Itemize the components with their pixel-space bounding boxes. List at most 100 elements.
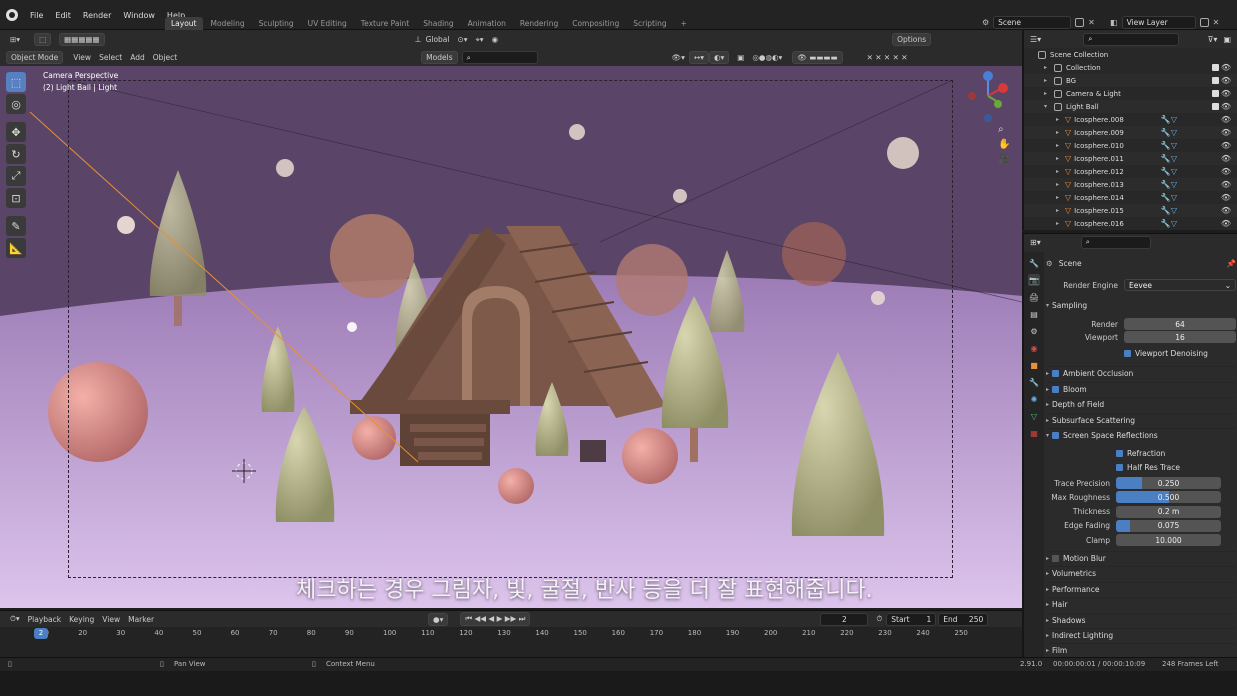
3d-viewport[interactable]: ⬚ ◎ ✥ ↻ ⤢ ⊡ ✎ 📐 Camera Perspective (2) L… — [0, 66, 1022, 608]
tab-scripting[interactable]: Scripting — [627, 17, 672, 30]
exclude-checkbox[interactable] — [1212, 90, 1219, 97]
measure-tool-icon[interactable]: 📐 — [6, 238, 26, 258]
half-res-checkbox[interactable] — [1116, 463, 1123, 471]
pan-hand-icon[interactable]: ✋ — [998, 139, 1010, 150]
expand-toggle-icon[interactable]: ▸ — [1056, 181, 1062, 188]
half-res-row[interactable]: Half Res Trace — [1046, 460, 1236, 474]
refraction-row[interactable]: Refraction — [1046, 446, 1236, 460]
menu-select[interactable]: Select — [95, 52, 126, 63]
ssr-value-slider[interactable]: 0.250 — [1116, 477, 1221, 489]
modifier-icon[interactable]: 🔧▽ — [1161, 154, 1177, 163]
modifier-icon[interactable]: 🔧▽ — [1161, 193, 1177, 202]
outliner-collection-row[interactable]: ▸ BG 👁 — [1024, 74, 1237, 87]
overlay-icon[interactable]: ◐▾ — [708, 51, 730, 64]
output-tab-icon[interactable]: 🖨 — [1028, 291, 1040, 303]
expand-toggle-icon[interactable]: ▸ — [1056, 142, 1062, 149]
camera-view-icon[interactable]: 🎥 — [998, 154, 1010, 165]
viewport-denoising-row[interactable]: Viewport Denoising — [1046, 346, 1236, 360]
scene-field[interactable]: Scene — [993, 16, 1072, 29]
outliner-search-input[interactable]: ⌕ — [1083, 32, 1180, 46]
current-frame-field[interactable]: 2 — [820, 612, 869, 626]
render-section-row[interactable]: ▸ Depth of Field — [1046, 397, 1236, 411]
menu-window[interactable]: Window — [123, 11, 155, 20]
render-samples-field[interactable]: 64 — [1124, 318, 1236, 330]
blender-logo-icon[interactable] — [6, 9, 18, 21]
modifier-icon[interactable]: 🔧▽ — [1161, 180, 1177, 189]
delete-scene-icon[interactable]: ✕ — [1088, 18, 1095, 27]
eye-icon[interactable]: 👁 — [1221, 76, 1231, 85]
outliner-editor-icon[interactable]: ☰▾ — [1030, 35, 1041, 44]
expand-toggle-icon[interactable]: ▸ — [1056, 116, 1062, 123]
filter-icon[interactable]: ⊽▾ — [1208, 35, 1218, 44]
expand-toggle-icon[interactable]: ▸ — [1056, 207, 1062, 214]
section-enable-checkbox[interactable] — [1052, 386, 1059, 393]
modifier-icon[interactable]: 🔧▽ — [1161, 206, 1177, 215]
shading-mode-icons[interactable]: ◎●◍◐▾ — [748, 52, 786, 63]
modifier-icon[interactable]: 🔧▽ — [1161, 128, 1177, 137]
transform-tool-icon[interactable]: ⊡ — [6, 188, 26, 208]
eye-icon[interactable]: 👁 — [1221, 63, 1231, 72]
exclude-checkbox[interactable] — [1212, 77, 1219, 84]
render-section-row[interactable]: ▸ Volumetrics — [1046, 566, 1236, 580]
view-layer-icon[interactable]: ◧ — [1110, 18, 1118, 27]
start-frame-field[interactable]: Start 1 — [886, 612, 937, 626]
render-section-row[interactable]: ▸ Ambient Occlusion — [1046, 366, 1236, 380]
outliner-object-row[interactable]: ▸ ▽ Icosphere.015 🔧▽ 👁 — [1024, 204, 1237, 217]
menu-view[interactable]: View — [69, 52, 95, 63]
section-enable-checkbox[interactable] — [1052, 370, 1059, 377]
timeline-editor-icon[interactable]: ⏱▾ — [6, 613, 24, 625]
outliner-object-row[interactable]: ▸ ▽ Icosphere.016 🔧▽ 👁 — [1024, 217, 1237, 230]
tab-uv-editing[interactable]: UV Editing — [302, 17, 353, 30]
eye-icon[interactable]: 👁 — [1221, 115, 1231, 124]
move-tool-icon[interactable]: ✥ — [6, 122, 26, 142]
eye-icon[interactable]: 👁 — [1221, 154, 1231, 163]
preview-range-icon[interactable]: ⏱ — [872, 613, 886, 625]
render-section-row[interactable]: ▸ Hair — [1046, 597, 1236, 611]
expand-toggle-icon[interactable]: ▸ — [1056, 194, 1062, 201]
render-section-row[interactable]: ▸ Motion Blur — [1046, 551, 1236, 565]
viewport-samples-field[interactable]: 16 — [1124, 331, 1236, 343]
particles-tab-icon[interactable]: ✺ — [1028, 393, 1040, 405]
frame-ruler[interactable]: 1020304050607080901001101201301401501601… — [30, 629, 1020, 641]
eye-icon[interactable]: 👁 — [1221, 141, 1231, 150]
outliner-object-row[interactable]: ▸ ▽ Icosphere.013 🔧▽ 👁 — [1024, 178, 1237, 191]
render-section-row[interactable]: ▸ Performance — [1046, 581, 1236, 596]
tab-texture-paint[interactable]: Texture Paint — [355, 17, 415, 30]
render-section-row[interactable]: ▾ Screen Space Reflections — [1046, 428, 1236, 442]
options-dropdown[interactable]: Options — [892, 33, 932, 46]
snap-dropdown[interactable]: ⌖▾ — [472, 34, 488, 46]
scale-tool-icon[interactable]: ⤢ — [6, 166, 26, 186]
menu-edit[interactable]: Edit — [55, 11, 71, 20]
eye-icon[interactable]: 👁 — [1221, 89, 1231, 98]
scene-collection-row[interactable]: Scene Collection — [1024, 48, 1237, 61]
outliner-object-row[interactable]: ▸ ▽ Icosphere.009 🔧▽ 👁 — [1024, 126, 1237, 139]
menu-marker[interactable]: Marker — [124, 614, 158, 625]
render-section-row[interactable]: ▸ Subsurface Scattering — [1046, 413, 1236, 427]
eye-icon[interactable]: 👁 — [1221, 128, 1231, 137]
expand-toggle-icon[interactable]: ▸ — [1056, 129, 1062, 136]
ssr-value-slider[interactable]: 0.075 — [1116, 519, 1221, 532]
select-tool-icon[interactable]: ⬚ — [34, 33, 52, 46]
scene-icon[interactable]: ⚙ — [982, 18, 989, 27]
refraction-checkbox[interactable] — [1116, 449, 1123, 457]
playhead[interactable]: 2 — [34, 628, 48, 639]
outliner-collection-row[interactable]: ▾ Light Ball 👁 — [1024, 100, 1237, 113]
tab-shading[interactable]: Shading — [417, 17, 459, 30]
menu-render[interactable]: Render — [83, 11, 111, 20]
expand-toggle-icon[interactable]: ▸ — [1056, 168, 1062, 175]
display-filter-icons[interactable]: 👁 ▬▬▬▬ — [792, 51, 843, 64]
rotate-tool-icon[interactable]: ↻ — [6, 144, 26, 164]
expand-toggle-icon[interactable]: ▸ — [1056, 155, 1062, 162]
pivot-dropdown[interactable]: ⊙▾ — [454, 34, 472, 45]
pin-icon[interactable]: 📌 — [1227, 259, 1236, 268]
expand-toggle-icon[interactable]: ▸ — [1044, 90, 1050, 97]
editor-type-icon[interactable]: ⊞▾ — [6, 34, 24, 45]
properties-editor-icon[interactable]: ⊞▾ — [1030, 238, 1041, 247]
view-layer-tab-icon[interactable]: ▤ — [1028, 308, 1040, 320]
render-engine-dropdown[interactable]: Eevee ⌄ — [1124, 279, 1236, 291]
outliner-collection-row[interactable]: ▸ Camera & Light 👁 — [1024, 87, 1237, 100]
delete-view-layer-icon[interactable]: ✕ — [1213, 18, 1220, 27]
modifier-icon[interactable]: 🔧▽ — [1161, 141, 1177, 150]
expand-toggle-icon[interactable]: ▸ — [1044, 64, 1050, 71]
sampling-section[interactable]: ▾ Sampling — [1046, 298, 1236, 312]
